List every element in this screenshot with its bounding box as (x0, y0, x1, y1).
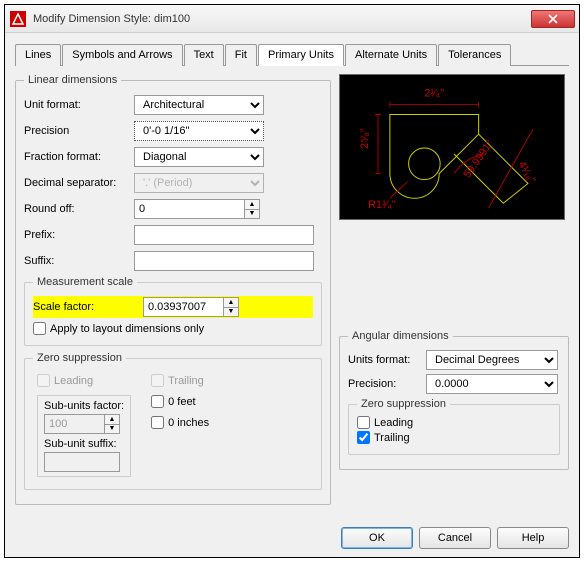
tab-bar: Lines Symbols and Arrows Text Fit Primar… (15, 43, 569, 66)
tab-symbols-arrows[interactable]: Symbols and Arrows (62, 44, 182, 66)
feet-checkbox[interactable] (151, 395, 164, 408)
scale-factor-spinner[interactable]: ▲▼ (223, 297, 239, 317)
angular-leading-label: Leading (374, 417, 413, 429)
angular-trailing-checkbox[interactable] (357, 431, 370, 444)
angular-units-label: Units format: (348, 354, 426, 366)
zero-suppression-group: Zero suppression Leading Sub-units facto… (24, 352, 322, 490)
leading-checkbox (37, 374, 50, 387)
button-row: OK Cancel Help (5, 519, 579, 557)
svg-text:59.9991°: 59.9991° (461, 138, 496, 181)
fraction-format-label: Fraction format: (24, 151, 134, 163)
inches-checkbox[interactable] (151, 416, 164, 429)
tab-tolerances[interactable]: Tolerances (438, 44, 511, 66)
unit-format-select[interactable]: Architectural (134, 95, 264, 115)
suffix-input[interactable] (134, 251, 314, 271)
scale-factor-input[interactable] (143, 297, 223, 317)
linear-legend: Linear dimensions (24, 74, 121, 86)
measurement-scale-group: Measurement scale Scale factor: ▲▼ Apply… (24, 276, 322, 346)
sub-suffix-label: Sub-unit suffix: (44, 438, 124, 450)
prefix-label: Prefix: (24, 229, 134, 241)
svg-text:4¹⁄₁₆": 4¹⁄₁₆" (515, 159, 537, 185)
prefix-input[interactable] (134, 225, 314, 245)
sub-factor-input (44, 414, 104, 434)
tab-alternate-units[interactable]: Alternate Units (345, 44, 437, 66)
sub-factor-label: Sub-units factor: (44, 400, 124, 412)
measurement-legend: Measurement scale (33, 276, 137, 288)
angular-leading-checkbox[interactable] (357, 416, 370, 429)
angular-precision-label: Precision: (348, 378, 426, 390)
sub-factor-spinner: ▲▼ (104, 414, 120, 434)
angular-trailing-label: Trailing (374, 432, 410, 444)
trailing-checkbox (151, 374, 164, 387)
cancel-button[interactable]: Cancel (419, 527, 491, 549)
trailing-label: Trailing (168, 375, 204, 387)
svg-text:R1³⁄₄": R1³⁄₄" (368, 199, 396, 211)
decimal-sep-label: Decimal separator: (24, 177, 134, 189)
tab-lines[interactable]: Lines (15, 44, 61, 66)
dialog-window: Modify Dimension Style: dim100 Lines Sym… (4, 4, 580, 558)
apply-layout-label: Apply to layout dimensions only (50, 323, 204, 335)
linear-dimensions-group: Linear dimensions Unit format: Architect… (15, 74, 331, 505)
window-title: Modify Dimension Style: dim100 (33, 13, 531, 25)
suffix-label: Suffix: (24, 255, 134, 267)
angular-zero-sup-group: Zero suppression Leading Trailing (348, 398, 560, 455)
precision-select[interactable]: 0'-0 1/16" (134, 121, 264, 141)
titlebar: Modify Dimension Style: dim100 (5, 5, 579, 33)
fraction-format-select[interactable]: Diagonal (134, 147, 264, 167)
tab-text[interactable]: Text (184, 44, 224, 66)
apply-layout-checkbox[interactable] (33, 322, 46, 335)
round-off-spinner[interactable]: ▲▼ (244, 199, 260, 219)
sub-suffix-input (44, 452, 120, 472)
unit-format-label: Unit format: (24, 99, 134, 111)
ok-button[interactable]: OK (341, 527, 413, 549)
precision-label: Precision (24, 125, 134, 137)
angular-zero-legend: Zero suppression (357, 398, 450, 410)
svg-text:2⁵⁄₈": 2⁵⁄₈" (359, 128, 371, 149)
scale-factor-label: Scale factor: (33, 301, 143, 313)
svg-text:2¹⁄₄": 2¹⁄₄" (424, 88, 444, 100)
tab-primary-units[interactable]: Primary Units (258, 44, 344, 66)
round-off-label: Round off: (24, 203, 134, 215)
inches-label: 0 inches (168, 417, 209, 429)
angular-legend: Angular dimensions (348, 330, 453, 342)
decimal-sep-select: '.' (Period) (134, 173, 264, 193)
leading-label: Leading (54, 375, 93, 387)
preview-pane: 2¹⁄₄" 2⁵⁄₈" 4¹⁄₁₆" 59.9991° R1³⁄₄" (339, 74, 565, 220)
round-off-input[interactable] (134, 199, 244, 219)
close-button[interactable] (531, 10, 575, 28)
angular-dimensions-group: Angular dimensions Units format: Decimal… (339, 330, 569, 470)
app-icon (9, 10, 27, 28)
zero-sup-legend: Zero suppression (33, 352, 126, 364)
feet-label: 0 feet (168, 396, 196, 408)
angular-precision-select[interactable]: 0.0000 (426, 374, 558, 394)
angular-units-select[interactable]: Decimal Degrees (426, 350, 558, 370)
help-button[interactable]: Help (497, 527, 569, 549)
tab-fit[interactable]: Fit (225, 44, 257, 66)
